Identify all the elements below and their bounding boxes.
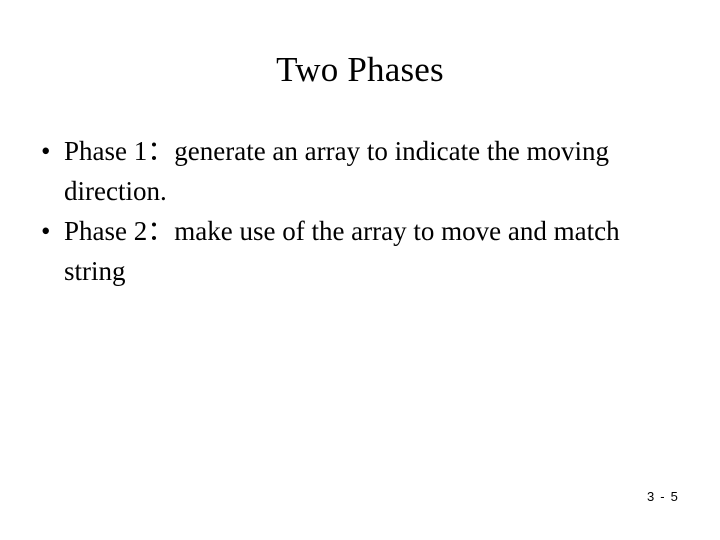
list-item-separator: ： bbox=[147, 216, 175, 246]
bullet-icon: • bbox=[41, 136, 51, 166]
slide-canvas: Two Phases • Phase 1：generate an array to… bbox=[0, 0, 720, 540]
bullet-icon: • bbox=[41, 216, 51, 246]
list-item-label: Phase 1 bbox=[64, 136, 148, 166]
page-title: Two Phases bbox=[276, 50, 444, 89]
slide-body: • Phase 1：generate an array to indicate t… bbox=[38, 131, 686, 291]
list-item: • Phase 1：generate an array to indicate t… bbox=[38, 131, 686, 211]
list-item: • Phase 2：make use of the array to move a… bbox=[38, 211, 686, 291]
slide-number: 3 - 5 bbox=[646, 489, 679, 504]
bullet-list: • Phase 1：generate an array to indicate t… bbox=[38, 131, 686, 291]
list-item-label: Phase 2 bbox=[64, 216, 148, 246]
list-item-separator: ： bbox=[147, 136, 175, 166]
